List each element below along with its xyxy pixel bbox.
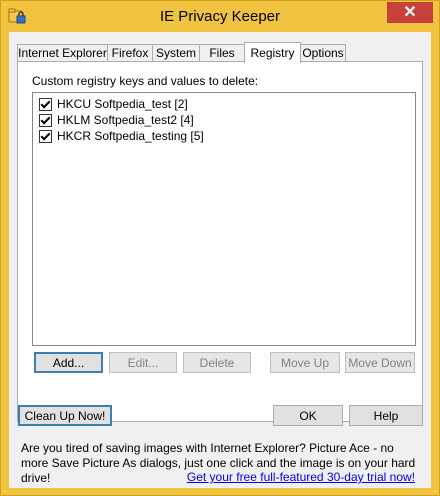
- list-item-label: HKCR Softpedia_testing [5]: [57, 129, 204, 143]
- checkbox[interactable]: [39, 129, 52, 143]
- tab-system[interactable]: System: [152, 44, 200, 62]
- add-button[interactable]: Add...: [34, 352, 103, 373]
- registry-panel: Custom registry keys and values to delet…: [17, 61, 423, 422]
- close-button[interactable]: ✕: [387, 2, 433, 23]
- list-item-label: HKLM Softpedia_test2 [4]: [57, 113, 194, 127]
- edit-button[interactable]: Edit...: [109, 352, 177, 373]
- tab-options[interactable]: Options: [300, 44, 346, 62]
- list-label: Custom registry keys and values to delet…: [32, 74, 259, 88]
- list-item[interactable]: HKCR Softpedia_testing [5]: [39, 128, 204, 144]
- tab-internet-explorer[interactable]: Internet Explorer: [17, 44, 108, 62]
- checkbox[interactable]: [39, 113, 52, 127]
- move-up-button[interactable]: Move Up: [270, 352, 340, 373]
- tab-firefox[interactable]: Firefox: [107, 44, 153, 62]
- list-item[interactable]: HKLM Softpedia_test2 [4]: [39, 112, 194, 128]
- ok-button[interactable]: OK: [273, 405, 343, 426]
- move-down-button[interactable]: Move Down: [345, 352, 415, 373]
- trial-link[interactable]: Get your free full-featured 30-day trial…: [187, 470, 415, 484]
- delete-button[interactable]: Delete: [183, 352, 251, 373]
- clean-up-now-button[interactable]: Clean Up Now!: [18, 405, 112, 426]
- registry-list[interactable]: HKCU Softpedia_test [2] HKLM Softpedia_t…: [32, 92, 416, 346]
- tab-files[interactable]: Files: [199, 44, 245, 62]
- checkbox[interactable]: [39, 97, 52, 111]
- list-item-label: HKCU Softpedia_test [2]: [57, 97, 188, 111]
- app-window: IE Privacy Keeper ✕ Internet Explorer Fi…: [0, 0, 440, 496]
- title-bar[interactable]: IE Privacy Keeper ✕: [1, 1, 439, 31]
- tab-registry[interactable]: Registry: [244, 42, 301, 63]
- client-area: Internet Explorer Firefox System Files R…: [9, 32, 431, 488]
- help-button[interactable]: Help: [349, 405, 423, 426]
- close-icon: ✕: [403, 4, 417, 21]
- window-title: IE Privacy Keeper: [159, 8, 281, 25]
- list-item[interactable]: HKCU Softpedia_test [2]: [39, 96, 188, 112]
